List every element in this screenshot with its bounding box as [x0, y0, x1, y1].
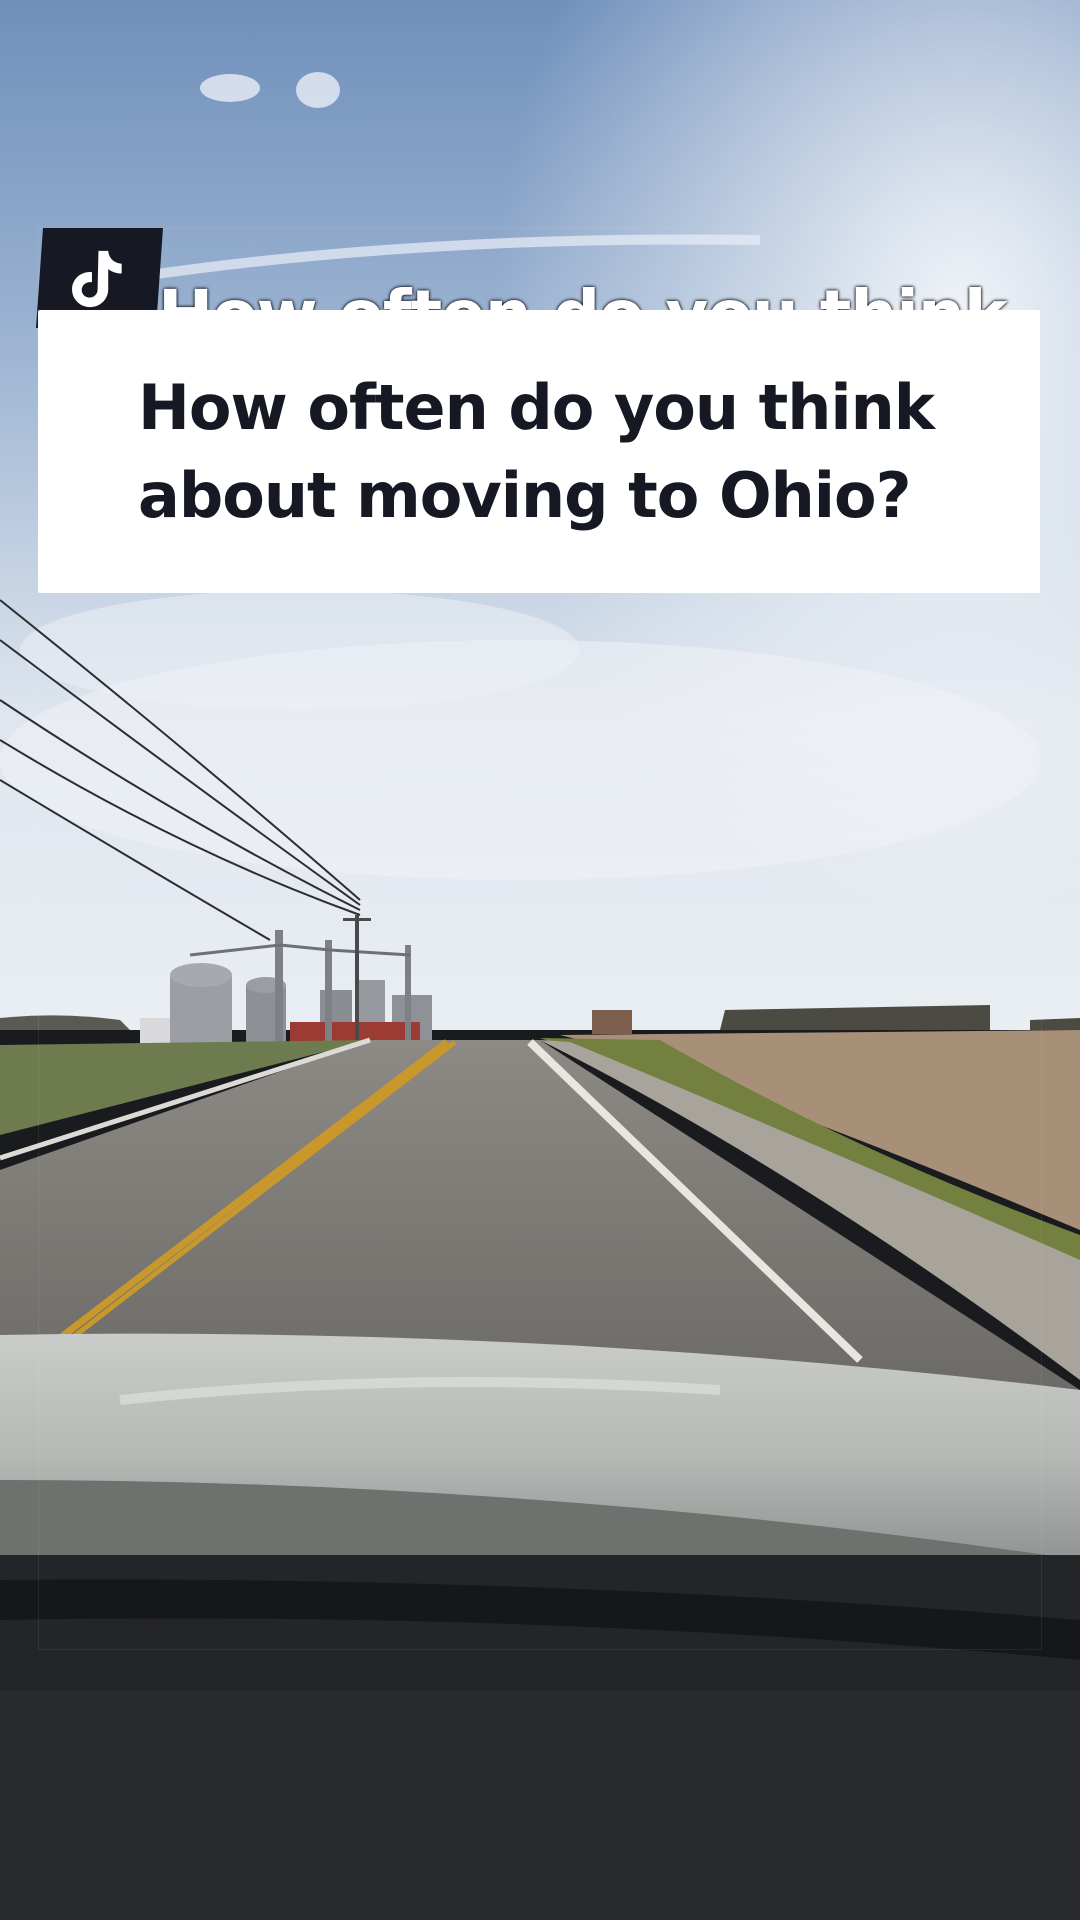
- caption-text: How often do you think about moving to O…: [138, 364, 998, 540]
- caption-card: How often do you think about moving to O…: [38, 310, 1040, 593]
- caption-ghost-text: How often do you think: [158, 276, 1008, 310]
- caption-ghost-overlay: How often do you think: [150, 262, 1020, 310]
- tiktok-icon: [72, 250, 122, 308]
- caption-line-1: How often do you think: [138, 370, 935, 444]
- caption-line-2: about moving to Ohio?: [138, 458, 912, 532]
